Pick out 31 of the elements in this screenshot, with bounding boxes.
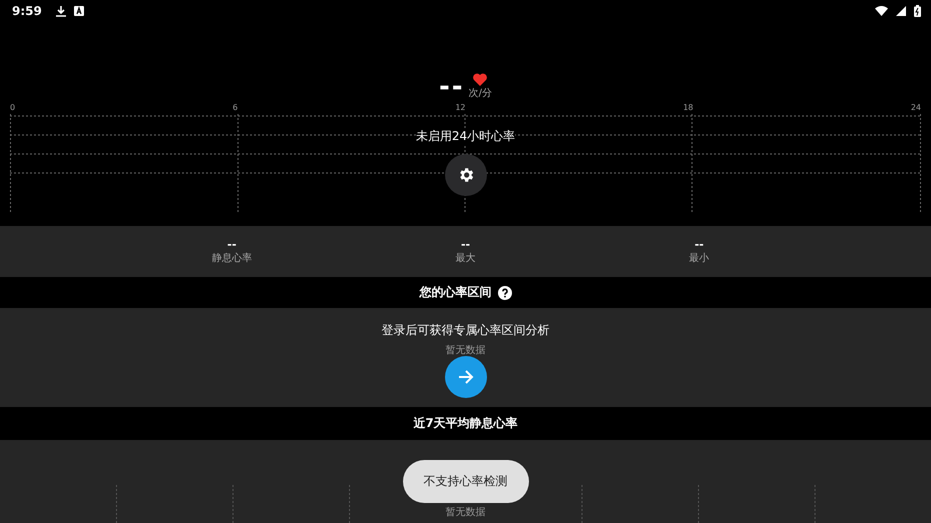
stat-value: -- <box>460 238 470 250</box>
axis-tick-label: 18 <box>683 102 694 114</box>
unit-label: 次/分 <box>468 87 492 100</box>
stat-label: 最大 <box>456 252 476 264</box>
heart-rate-value: -- <box>439 74 465 100</box>
arrow-right-icon <box>456 368 474 386</box>
empty-message: 暂无数据 <box>446 344 486 357</box>
download-icon <box>56 6 66 16</box>
settings-button[interactable] <box>444 154 486 196</box>
axis-tick-label: 24 <box>910 102 921 114</box>
section-title: 您的心率区间 <box>420 284 492 301</box>
axis-tick-label: 12 <box>455 102 466 114</box>
axis-tick-label: 6 <box>232 102 238 114</box>
section-title: 近7天平均静息心率 <box>413 415 518 432</box>
chart-message: 未启用24小时心率 <box>416 128 516 144</box>
empty-message: 暂无数据 <box>446 506 486 519</box>
axis-tick-label: 0 <box>10 102 16 114</box>
battery-icon <box>914 5 921 17</box>
login-button[interactable] <box>444 356 486 398</box>
stat-value: -- <box>694 238 704 250</box>
status-time: 9:59 <box>12 4 42 18</box>
stat-value: -- <box>227 238 236 250</box>
signal-icon <box>896 6 906 16</box>
toast-message: 不支持心率检测 <box>402 460 528 503</box>
help-icon[interactable] <box>498 286 512 300</box>
wifi-icon <box>875 6 888 16</box>
stat-label: 最小 <box>689 252 710 264</box>
login-notice: 登录后可获得专属心率区间分析 <box>382 322 550 339</box>
stat-label: 静息心率 <box>212 252 252 264</box>
heart-icon <box>473 73 488 86</box>
app-notification-icon <box>74 6 84 16</box>
